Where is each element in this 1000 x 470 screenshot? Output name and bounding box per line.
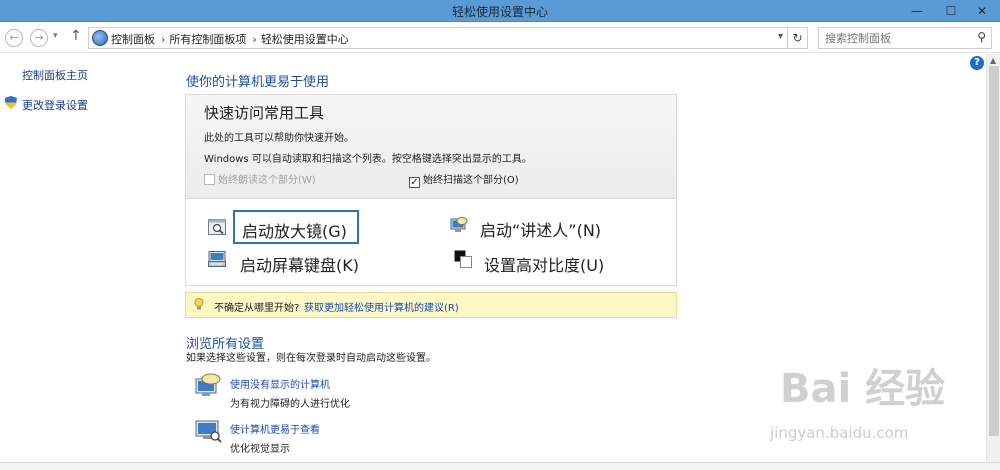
quick-access-header: 快速访问常用工具 此处的工具可以帮助你快速开始。 Windows 可以自动读取和… — [186, 95, 676, 199]
start-magnifier-label: 启动放大镜(G) — [242, 222, 347, 241]
window-title: 轻松使用设置中心 — [451, 5, 548, 19]
high-contrast-icon — [454, 250, 472, 268]
always-scan-checkbox[interactable]: ✓ 始终扫描这个部分(O) — [409, 171, 519, 188]
suggestion-bar: 不确定从哪里开始? 获取更加轻松使用计算机的建议(R) — [185, 292, 677, 318]
magnifier-icon — [208, 219, 226, 235]
breadcrumb-separator-icon[interactable]: › — [161, 33, 165, 46]
back-button[interactable]: ← — [5, 29, 23, 47]
left-pane: 控制面板主页 更改登录设置 — [0, 54, 165, 470]
baidu-jingyan-watermark: Bai 经验 jingyan.baidu.com — [760, 348, 990, 458]
control-panel-window: 轻松使用设置中心 — ☐ ✕ ← → ▾ ↑ 控制面板 › 所有控制面板项 › 轻松使用… — [0, 0, 1000, 470]
make-computer-easier-to-see-icon — [195, 420, 222, 443]
start-on-screen-keyboard-link[interactable]: 启动屏幕键盘(K) — [240, 252, 359, 276]
address-bar[interactable]: 控制面板 › 所有控制面板项 › 轻松使用设置中心 ▾ — [88, 27, 788, 49]
get-recommendations-link[interactable]: 获取更加轻松使用计算机的建议(R) — [304, 299, 459, 314]
make-computer-easier-to-see-link[interactable]: 使计算机更易于查看 — [230, 421, 320, 436]
make-computer-easier-to-see-description: 优化视觉显示 — [230, 444, 290, 455]
breadcrumb: 控制面板 › 所有控制面板项 › 轻松使用设置中心 — [111, 31, 353, 47]
close-button[interactable]: ✕ — [964, 0, 1000, 22]
navigation-bar: ← → ▾ ↑ 控制面板 › 所有控制面板项 › 轻松使用设置中心 ▾ ↻ ⚲ — [0, 23, 1000, 53]
narrator-icon — [450, 217, 468, 232]
set-high-contrast-link[interactable]: 设置高对比度(U) — [484, 252, 604, 276]
recent-locations-chevron-icon[interactable]: ▾ — [53, 31, 58, 41]
quick-access-description: 此处的工具可以帮助你快速开始。 — [204, 133, 354, 144]
title-bar: 轻松使用设置中心 — ☐ ✕ — [0, 0, 1000, 22]
quick-access-title: 快速访问常用工具 — [204, 104, 325, 122]
scroll-up-icon[interactable]: ▲ — [990, 56, 996, 65]
address-dropdown-icon[interactable]: ▾ — [778, 31, 783, 42]
page-heading: 使你的计算机更易于使用 — [186, 75, 330, 90]
computer-without-display-icon — [195, 373, 221, 396]
start-magnifier-button[interactable]: 启动放大镜(G) — [233, 210, 359, 244]
up-button[interactable]: ↑ — [70, 28, 82, 44]
control-panel-home-link[interactable]: 控制面板主页 — [22, 67, 88, 83]
checkbox-unchecked-icon[interactable] — [204, 174, 215, 185]
breadcrumb-separator-icon[interactable]: › — [252, 33, 256, 46]
always-read-checkbox[interactable]: 始终朗读这个部分(W) — [204, 171, 316, 186]
taskbar-edge — [0, 462, 1000, 470]
lightbulb-icon — [194, 298, 204, 310]
use-computer-without-display-description: 为有视力障碍的人进行优化 — [230, 399, 350, 410]
start-narrator-link[interactable]: 启动“讲述人”(N) — [480, 217, 601, 241]
always-read-label: 始终朗读这个部分(W) — [218, 175, 316, 186]
always-scan-label: 始终扫描这个部分(O) — [423, 175, 519, 186]
quick-access-scan-description: Windows 可以自动读取和扫描这个列表。按空格键选择突出显示的工具。 — [204, 154, 532, 165]
change-login-settings-link[interactable]: 更改登录设置 — [22, 97, 88, 113]
watermark-url: jingyan.baidu.com — [770, 424, 909, 442]
uac-shield-icon — [5, 96, 17, 109]
breadcrumb-control-panel[interactable]: 控制面板 — [111, 33, 155, 46]
refresh-button[interactable]: ↻ — [788, 27, 808, 49]
checkbox-checked-icon[interactable]: ✓ — [409, 177, 420, 188]
quick-access-panel: 快速访问常用工具 此处的工具可以帮助你快速开始。 Windows 可以自动读取和… — [185, 94, 677, 286]
minimize-button[interactable]: — — [900, 0, 934, 22]
help-icon[interactable]: ? — [970, 56, 984, 70]
search-box[interactable]: ⚲ — [818, 27, 992, 49]
breadcrumb-all-items[interactable]: 所有控制面板项 — [169, 33, 246, 46]
search-input[interactable] — [825, 30, 965, 46]
breadcrumb-ease-of-access[interactable]: 轻松使用设置中心 — [261, 33, 349, 46]
use-computer-without-display-link[interactable]: 使用没有显示的计算机 — [230, 376, 330, 391]
forward-button[interactable]: → — [30, 29, 48, 47]
watermark-logo: Bai 经验 — [780, 366, 946, 412]
search-icon[interactable]: ⚲ — [977, 30, 986, 44]
maximize-button[interactable]: ☐ — [934, 0, 968, 22]
browse-settings-description: 如果选择这些设置，则在每次登录时自动启动这些设置。 — [186, 353, 436, 364]
control-panel-icon — [92, 30, 108, 46]
on-screen-keyboard-icon — [208, 251, 226, 267]
scrollbar-thumb[interactable] — [989, 66, 999, 436]
suggestion-text: 不确定从哪里开始? — [214, 303, 300, 314]
